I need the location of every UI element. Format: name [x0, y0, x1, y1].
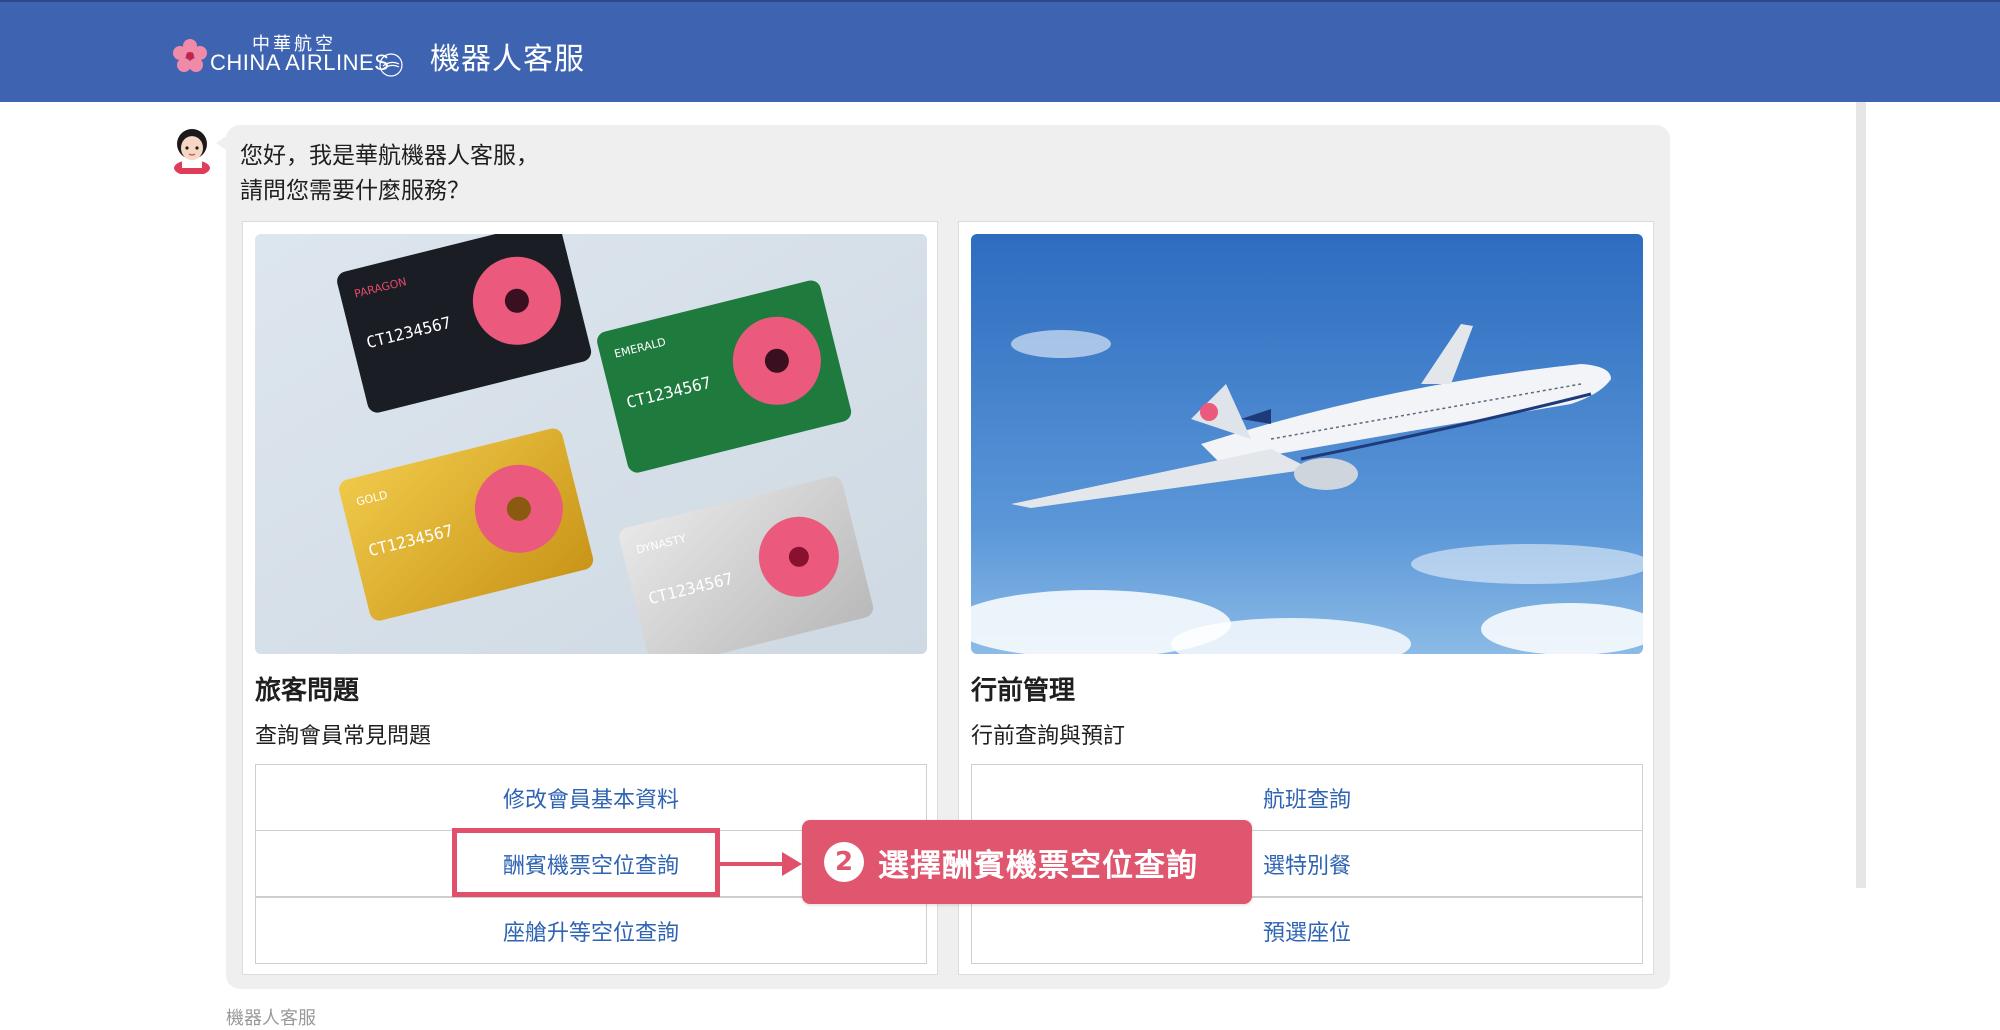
china-airlines-logo[interactable]: 中華航空 CHINA AIRLINES: [172, 30, 403, 80]
app-header: 中華航空 CHINA AIRLINES 機器人客服: [0, 0, 2000, 102]
page-title: 機器人客服: [430, 42, 585, 77]
instruction-text: 選擇酬賓機票空位查詢: [878, 847, 1198, 884]
greeting-line-1: 您好，我是華航機器人客服，: [240, 143, 539, 169]
step-number-badge: 2: [824, 842, 864, 882]
upgrade-availability-button[interactable]: 座艙升等空位查詢: [255, 897, 927, 964]
card-title: 旅客問題: [255, 676, 360, 706]
skyteam-icon: [379, 53, 403, 77]
scrollbar[interactable]: [1856, 102, 1866, 888]
seat-selection-button[interactable]: 預選座位: [971, 897, 1643, 964]
bot-avatar: [174, 129, 210, 174]
airplane-image: [971, 234, 1643, 654]
instruction-callout: 2 選擇酬賓機票空位查詢: [802, 820, 1252, 904]
card-subtitle: 行前查詢與預訂: [971, 724, 1126, 749]
plum-blossom-icon: [173, 39, 207, 72]
logo-english-text: CHINA AIRLINES: [210, 50, 390, 75]
greeting-text: 您好，我是華航機器人客服， 請問您需要什麼服務？: [240, 139, 539, 209]
membership-cards-image: PARAGON CT1234567 EMERALD CT1234567 GOLD: [255, 234, 927, 654]
sender-label: 機器人客服: [226, 1008, 316, 1029]
callout-arrow-icon: [782, 852, 802, 876]
callout-arrow-line: [720, 862, 786, 866]
greeting-line-2: 請問您需要什麼服務？: [240, 178, 470, 204]
card-title: 行前管理: [971, 676, 1076, 706]
card-subtitle: 查詢會員常見問題: [255, 724, 432, 749]
